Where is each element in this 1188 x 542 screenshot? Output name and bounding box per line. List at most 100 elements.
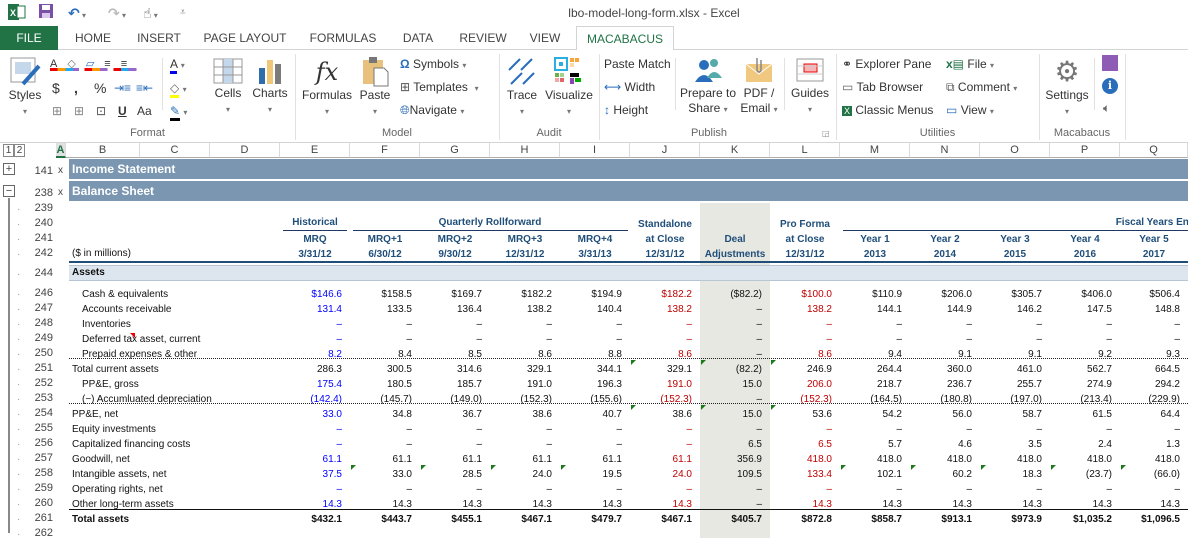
tab-browser-button[interactable]: ▭ Tab Browser: [842, 77, 923, 97]
value-cell[interactable]: –: [700, 347, 770, 362]
value-cell[interactable]: 131.4: [280, 302, 350, 317]
value-cell[interactable]: –: [280, 422, 350, 437]
row-label[interactable]: Cash & equivalents: [82, 287, 168, 302]
error-indicator-icon[interactable]: [1051, 465, 1056, 470]
value-cell[interactable]: –: [840, 332, 910, 347]
value-cell[interactable]: 664.5: [1120, 362, 1188, 377]
value-cell[interactable]: $455.1: [420, 512, 490, 527]
value-cell[interactable]: –: [280, 437, 350, 452]
value-cell[interactable]: –: [700, 332, 770, 347]
value-cell[interactable]: $405.7: [700, 512, 770, 527]
collapse-group-button[interactable]: −: [3, 185, 15, 197]
value-cell[interactable]: 9.2: [1050, 347, 1120, 362]
value-cell[interactable]: –: [770, 422, 840, 437]
comment-button[interactable]: ⧉ Comment ▾: [946, 77, 1017, 97]
value-cell[interactable]: –: [490, 422, 560, 437]
value-cell[interactable]: 329.1: [490, 362, 560, 377]
value-cell[interactable]: ($82.2): [700, 287, 770, 302]
value-cell[interactable]: 15.0: [700, 407, 770, 422]
row-label[interactable]: Inventories: [82, 317, 131, 332]
error-indicator-icon[interactable]: [911, 465, 916, 470]
tab-insert[interactable]: INSERT: [130, 26, 188, 50]
underline-button[interactable]: U: [118, 101, 127, 121]
value-cell[interactable]: –: [350, 437, 420, 452]
percent-button[interactable]: %: [94, 78, 106, 98]
value-cell[interactable]: –: [420, 422, 490, 437]
value-cell[interactable]: 274.9: [1050, 377, 1120, 392]
row-header[interactable]: 262: [22, 527, 56, 542]
value-cell[interactable]: –: [1120, 422, 1188, 437]
value-cell[interactable]: 133.4: [770, 467, 840, 482]
navigate-button[interactable]: 🌐︎Navigate ▾: [400, 100, 464, 120]
value-cell[interactable]: 24.0: [490, 467, 560, 482]
value-cell[interactable]: –: [980, 332, 1050, 347]
styles-button[interactable]: Styles ▾: [6, 56, 44, 117]
row-header[interactable]: 242: [22, 247, 56, 262]
value-cell[interactable]: $1,035.2: [1050, 512, 1120, 527]
value-cell[interactable]: (213.4): [1050, 392, 1120, 407]
error-indicator-icon[interactable]: [351, 465, 356, 470]
value-cell[interactable]: (152.3): [630, 392, 700, 407]
classic-menus-button[interactable]: X Classic Menus: [842, 100, 933, 120]
row-header[interactable]: 252: [22, 377, 56, 392]
value-cell[interactable]: 36.7: [420, 407, 490, 422]
value-cell[interactable]: –: [840, 422, 910, 437]
value-cell[interactable]: 196.3: [560, 377, 630, 392]
value-cell[interactable]: $146.6: [280, 287, 350, 302]
column-header-k[interactable]: K: [700, 143, 770, 158]
row-label[interactable]: Capitalized financing costs: [72, 437, 190, 452]
value-cell[interactable]: $110.9: [840, 287, 910, 302]
value-cell[interactable]: –: [280, 332, 350, 347]
tab-file[interactable]: FILE: [0, 26, 58, 50]
value-cell[interactable]: –: [420, 332, 490, 347]
value-cell[interactable]: 8.6: [770, 347, 840, 362]
value-cell[interactable]: –: [980, 422, 1050, 437]
value-cell[interactable]: –: [350, 332, 420, 347]
value-cell[interactable]: 300.5: [350, 362, 420, 377]
value-cell[interactable]: 54.2: [840, 407, 910, 422]
value-cell[interactable]: 418.0: [910, 452, 980, 467]
value-cell[interactable]: 61.1: [490, 452, 560, 467]
value-cell[interactable]: 37.5: [280, 467, 350, 482]
expand-group-button[interactable]: +: [3, 163, 15, 175]
row-header[interactable]: 246: [22, 287, 56, 302]
value-cell[interactable]: 9.1: [910, 347, 980, 362]
value-cell[interactable]: –: [490, 482, 560, 497]
currency-button[interactable]: $: [52, 78, 60, 98]
value-cell[interactable]: 294.2: [1120, 377, 1188, 392]
value-cell[interactable]: $432.1: [280, 512, 350, 527]
value-cell[interactable]: 8.6: [490, 347, 560, 362]
column-header-l[interactable]: L: [770, 143, 840, 158]
comment-indicator-icon[interactable]: [130, 333, 135, 338]
value-cell[interactable]: $973.9: [980, 512, 1050, 527]
value-cell[interactable]: 136.4: [420, 302, 490, 317]
outline-level-2-button[interactable]: 2: [14, 144, 25, 157]
value-cell[interactable]: 38.6: [490, 407, 560, 422]
column-header-h[interactable]: H: [490, 143, 560, 158]
value-cell[interactable]: 356.9: [700, 452, 770, 467]
value-cell[interactable]: –: [1120, 317, 1188, 332]
error-indicator-icon[interactable]: [701, 360, 706, 365]
value-cell[interactable]: 38.6: [630, 407, 700, 422]
row-header[interactable]: 141: [22, 165, 56, 177]
row-header[interactable]: 254: [22, 407, 56, 422]
value-cell[interactable]: 8.6: [630, 347, 700, 362]
row-header[interactable]: 258: [22, 467, 56, 482]
error-indicator-icon[interactable]: [421, 465, 426, 470]
value-cell[interactable]: 18.3: [980, 467, 1050, 482]
value-cell[interactable]: 3.5: [980, 437, 1050, 452]
value-cell[interactable]: 4.6: [910, 437, 980, 452]
tab-data[interactable]: DATA: [392, 26, 444, 50]
row-header[interactable]: 244: [22, 267, 56, 282]
value-cell[interactable]: 5.7: [840, 437, 910, 452]
value-cell[interactable]: 61.1: [280, 452, 350, 467]
value-cell[interactable]: –: [700, 317, 770, 332]
visualize-button[interactable]: Visualize ▾: [543, 56, 595, 117]
value-cell[interactable]: 344.1: [560, 362, 630, 377]
error-indicator-icon[interactable]: [561, 465, 566, 470]
value-cell[interactable]: –: [980, 482, 1050, 497]
formulas-button[interactable]: fx Formulas ▾: [300, 56, 354, 117]
column-header-e[interactable]: E: [280, 143, 350, 158]
value-cell[interactable]: 61.1: [630, 452, 700, 467]
value-cell[interactable]: (152.3): [770, 392, 840, 407]
